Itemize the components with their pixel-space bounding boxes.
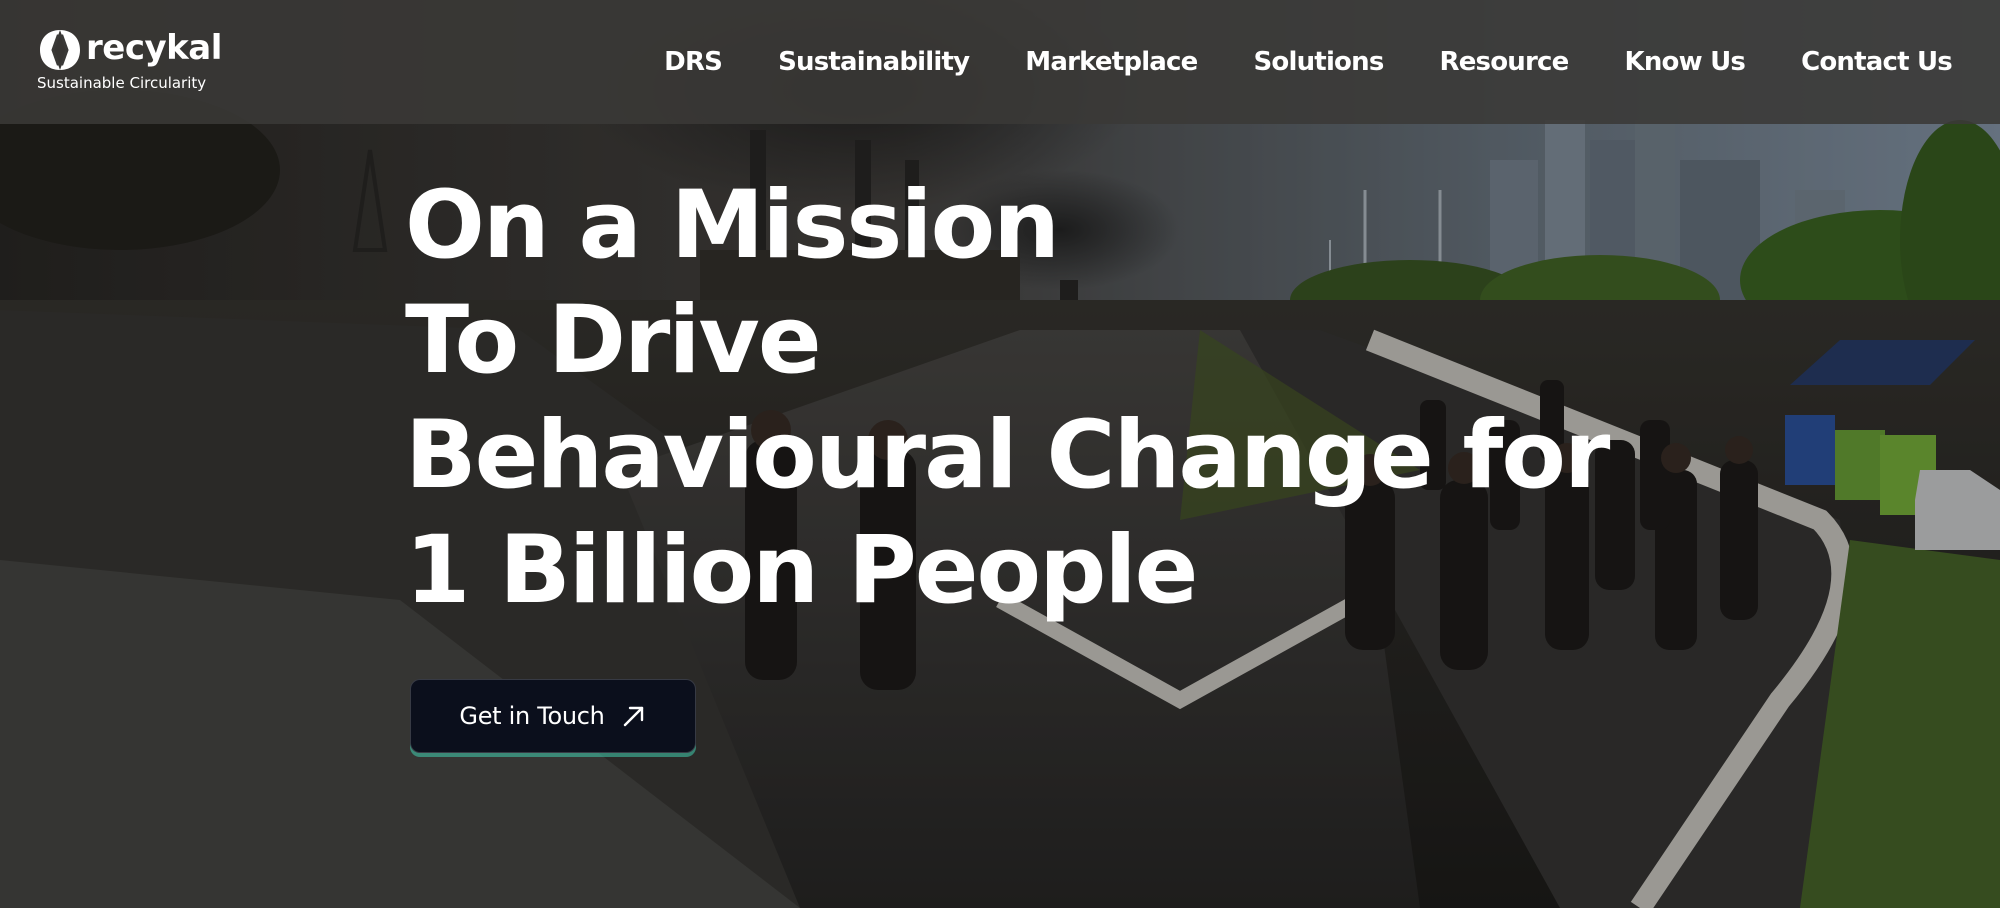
brand-logo[interactable]: recykal Sustainable Circularity <box>36 26 226 96</box>
headline-line-2: To Drive <box>405 286 822 395</box>
hero-headline: On a Mission To Drive Behavioural Change… <box>405 168 1705 628</box>
arrow-up-right-icon <box>623 706 643 727</box>
headline-line-4: 1 Billion People <box>405 516 1198 625</box>
nav-item-resource[interactable]: Resource <box>1440 47 1570 77</box>
hero-section: recykal Sustainable Circularity DRS Sust… <box>0 0 2000 908</box>
nav-item-marketplace[interactable]: Marketplace <box>1025 47 1198 77</box>
get-in-touch-label: Get in Touch <box>459 702 605 730</box>
headline-line-3: Behavioural Change for <box>405 401 1610 510</box>
nav-item-drs[interactable]: DRS <box>664 47 723 77</box>
headline-line-1: On a Mission <box>405 171 1060 280</box>
nav-item-know-us[interactable]: Know Us <box>1624 47 1745 77</box>
recykal-logo-icon <box>40 30 80 70</box>
brand-name: recykal <box>86 28 222 68</box>
nav-item-solutions[interactable]: Solutions <box>1254 47 1385 77</box>
nav-item-sustainability[interactable]: Sustainability <box>778 47 970 77</box>
primary-nav: DRS Sustainability Marketplace Solutions… <box>608 40 1953 84</box>
nav-item-contact-us[interactable]: Contact Us <box>1801 47 1953 77</box>
get-in-touch-button[interactable]: Get in Touch <box>410 679 696 753</box>
top-navbar: recykal Sustainable Circularity DRS Sust… <box>0 0 2000 124</box>
brand-tagline: Sustainable Circularity <box>37 74 207 92</box>
